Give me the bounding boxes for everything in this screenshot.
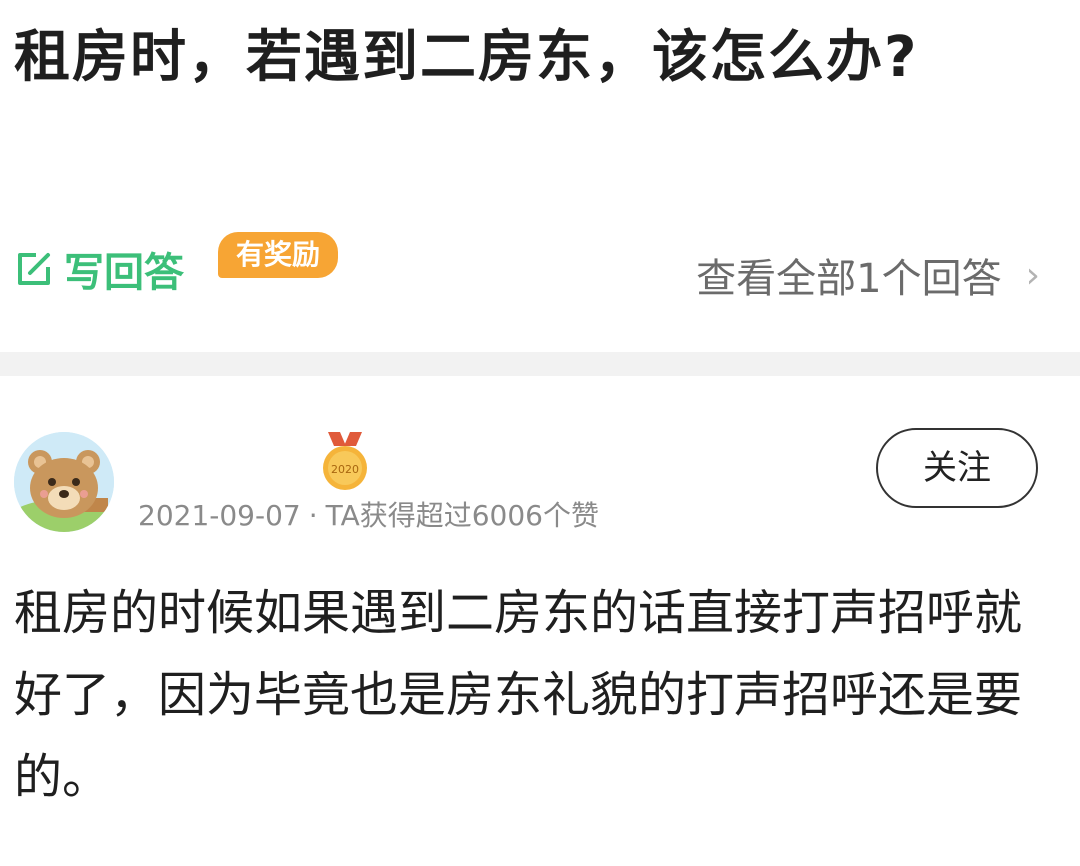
medal-year: 2020 <box>331 463 359 476</box>
medal-icon: 2020 <box>320 432 370 492</box>
follow-button[interactable]: 关注 <box>876 428 1038 508</box>
write-answer-button[interactable]: 写回答 <box>14 240 184 298</box>
view-all-answers-link[interactable]: 查看全部1个回答 › <box>696 246 1040 304</box>
answer-date: 2021-09-07 <box>138 499 301 532</box>
answer-body: 租房的时候如果遇到二房东的话直接打声招呼就好了，因为毕竟也是房东礼貌的打声招呼还… <box>14 585 1023 805</box>
likes-count-text: TA获得超过6006个赞 <box>325 499 599 532</box>
write-answer-label: 写回答 <box>64 250 184 296</box>
reward-badge: 有奖励 <box>218 232 339 278</box>
question-title: 租房时，若遇到二房东，该怎么办? <box>14 25 919 90</box>
avatar[interactable] <box>14 432 114 532</box>
view-all-label: 查看全部1个回答 <box>696 256 1002 302</box>
edit-icon <box>14 249 64 289</box>
question-action-row: 写回答 有奖励 查看全部1个回答 › <box>0 232 1080 312</box>
section-divider <box>0 352 1080 376</box>
meta-separator: · <box>308 499 318 532</box>
bear-avatar-icon <box>14 432 114 532</box>
answer-meta: 2021-09-07 · TA获得超过6006个赞 <box>138 494 599 534</box>
question-page: 租房时，若遇到二房东，该怎么办? 写回答 有奖励 查看全部1个回答 › 2020… <box>0 0 1080 866</box>
chevron-right-icon: › <box>1025 254 1040 296</box>
